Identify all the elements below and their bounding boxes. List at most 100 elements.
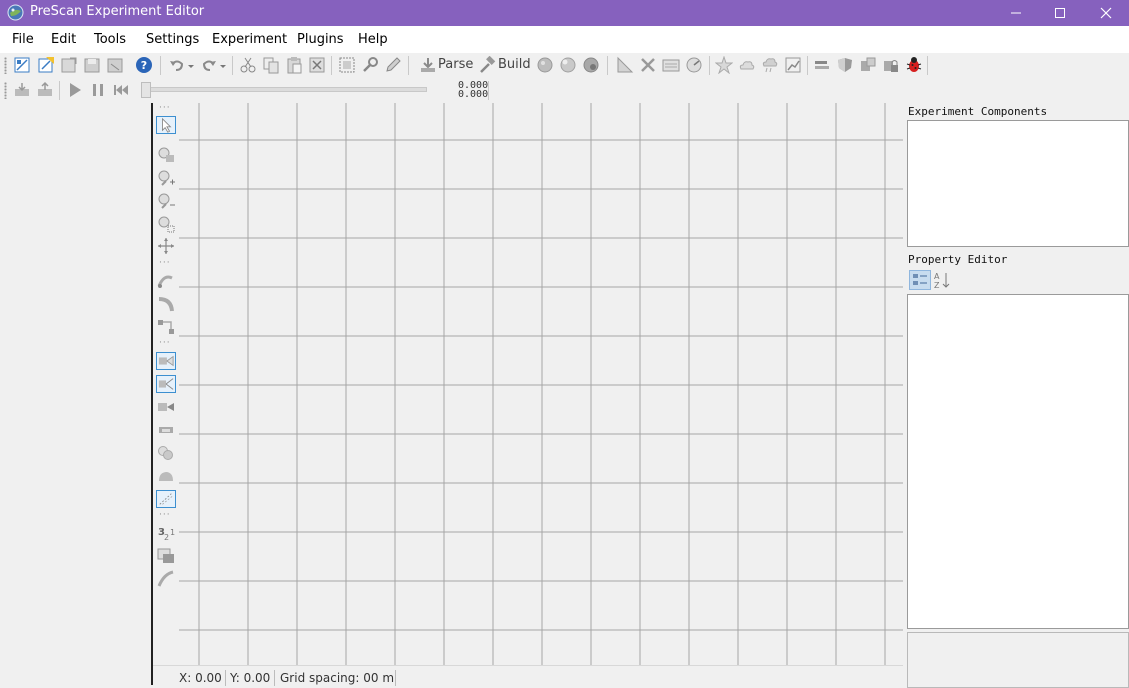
close-button[interactable] <box>1083 0 1129 26</box>
road-draw-icon[interactable] <box>156 272 176 290</box>
menu-file[interactable]: File <box>12 32 34 47</box>
lidar-sensor-icon[interactable] <box>156 398 176 416</box>
save-as-icon[interactable] <box>83 56 101 74</box>
window-title: PreScan Experiment Editor <box>30 4 205 19</box>
viewer-icon[interactable] <box>582 56 600 74</box>
redo-dropdown-icon[interactable] <box>218 56 228 74</box>
sort-az-icon: AZ <box>934 272 950 290</box>
menu-settings[interactable]: Settings <box>146 32 199 47</box>
delete-icon[interactable] <box>308 56 326 74</box>
status-bar: X: 0.00 Y: 0.00 Grid spacing: 00 m <box>153 665 903 686</box>
pause-icon[interactable] <box>89 81 107 99</box>
svg-text:Z: Z <box>934 281 940 290</box>
copy-icon[interactable] <box>262 56 280 74</box>
spheres-icon[interactable] <box>156 444 176 462</box>
chart-icon[interactable] <box>784 56 802 74</box>
status-grid-spacing: Grid spacing: 00 m <box>280 671 395 685</box>
menu-bar: File Edit Tools Settings Experiment Plug… <box>0 26 1129 53</box>
timeline-slider-track[interactable] <box>145 87 427 92</box>
keyboard-icon[interactable] <box>662 56 680 74</box>
experiment-components-tree[interactable] <box>907 120 1129 247</box>
menu-tools[interactable]: Tools <box>94 32 126 47</box>
zoom-area-icon[interactable] <box>156 215 176 233</box>
right-panel: Experiment Components Property Editor AZ <box>903 103 1129 688</box>
select-all-icon[interactable] <box>338 56 356 74</box>
maximize-icon <box>1055 8 1065 18</box>
undo-dropdown-icon[interactable] <box>186 56 196 74</box>
property-editor-grid[interactable] <box>907 294 1129 629</box>
categorized-view-button[interactable] <box>909 270 931 290</box>
pencil-icon[interactable] <box>384 56 402 74</box>
cut-icon[interactable] <box>239 56 257 74</box>
curved-road-icon[interactable] <box>156 295 176 313</box>
property-editor-title: Property Editor <box>908 253 1008 266</box>
trajectory-icon[interactable] <box>156 490 176 508</box>
menu-plugins[interactable]: Plugins <box>297 32 344 47</box>
open-experiment-icon[interactable] <box>37 56 55 74</box>
main-toolbar: ? Parse Build <box>0 53 1129 78</box>
dome-icon[interactable] <box>156 467 176 485</box>
shield-icon[interactable] <box>836 56 854 74</box>
paste-icon[interactable] <box>285 56 303 74</box>
help-icon[interactable]: ? <box>135 56 153 74</box>
simulink-icon[interactable] <box>536 56 554 74</box>
align-icon[interactable] <box>813 56 831 74</box>
menu-help[interactable]: Help <box>358 32 388 47</box>
sphere-icon[interactable] <box>559 56 577 74</box>
vehicle-icon[interactable] <box>156 421 176 439</box>
prescan-logo-icon <box>7 4 24 21</box>
categorized-list-icon <box>913 274 927 285</box>
experiment-canvas[interactable] <box>153 103 903 665</box>
path-curve-icon[interactable] <box>156 570 176 588</box>
parse-button[interactable]: Parse <box>438 57 473 72</box>
bug-icon[interactable] <box>905 56 923 74</box>
alphabetical-sort-button[interactable]: AZ <box>932 270 954 290</box>
toolbar-grip[interactable] <box>4 57 7 74</box>
title-bar: PreScan Experiment Editor <box>0 0 1129 26</box>
vertical-tool-palette: ··· ··· ··· ··· 321 <box>153 103 179 593</box>
minimize-button[interactable] <box>993 0 1039 26</box>
export-icon[interactable] <box>106 56 124 74</box>
zoom-in-icon[interactable] <box>156 169 176 187</box>
pan-icon[interactable] <box>156 237 176 255</box>
layers-icon[interactable] <box>156 547 176 565</box>
car-sensor-icon[interactable] <box>859 56 877 74</box>
cloud-icon[interactable] <box>738 56 756 74</box>
new-experiment-icon[interactable] <box>13 56 31 74</box>
rewind-icon[interactable] <box>112 81 130 99</box>
numbering-icon[interactable]: 3 21 <box>156 524 176 542</box>
weather-icon[interactable] <box>761 56 779 74</box>
star-icon[interactable] <box>715 56 733 74</box>
zoom-out-icon[interactable] <box>156 192 176 210</box>
wrench-icon[interactable] <box>361 56 379 74</box>
left-panel <box>0 103 151 685</box>
svg-text:?: ? <box>141 59 147 72</box>
redo-icon[interactable] <box>200 56 218 74</box>
unload-scenario-icon[interactable] <box>36 81 54 99</box>
maximize-button[interactable] <box>1037 0 1083 26</box>
tools-cross-icon[interactable] <box>639 56 657 74</box>
load-scenario-icon[interactable] <box>13 81 31 99</box>
close-icon <box>1100 7 1112 19</box>
lock-sensor-icon[interactable] <box>882 56 900 74</box>
road-connector-icon[interactable] <box>156 318 176 336</box>
measure-icon[interactable] <box>616 56 634 74</box>
status-x-coordinate: X: 0.00 <box>179 671 222 685</box>
zoom-fit-icon[interactable] <box>156 146 176 164</box>
svg-text:2: 2 <box>164 533 169 542</box>
camera-sensor-icon[interactable] <box>156 352 176 370</box>
gauge-icon[interactable] <box>685 56 703 74</box>
timeline-slider-handle[interactable] <box>141 82 151 98</box>
property-description-box <box>907 632 1129 688</box>
select-pointer-icon[interactable] <box>156 116 176 134</box>
play-icon[interactable] <box>66 81 84 99</box>
menu-edit[interactable]: Edit <box>51 32 76 47</box>
menu-experiment[interactable]: Experiment <box>212 32 287 47</box>
build-hammer-icon[interactable] <box>478 56 496 74</box>
parse-icon[interactable] <box>419 56 437 74</box>
radar-sensor-icon[interactable] <box>156 375 176 393</box>
undo-icon[interactable] <box>168 56 186 74</box>
build-button[interactable]: Build <box>498 57 531 72</box>
toolbar-grip[interactable] <box>4 82 7 99</box>
save-icon[interactable] <box>60 56 78 74</box>
